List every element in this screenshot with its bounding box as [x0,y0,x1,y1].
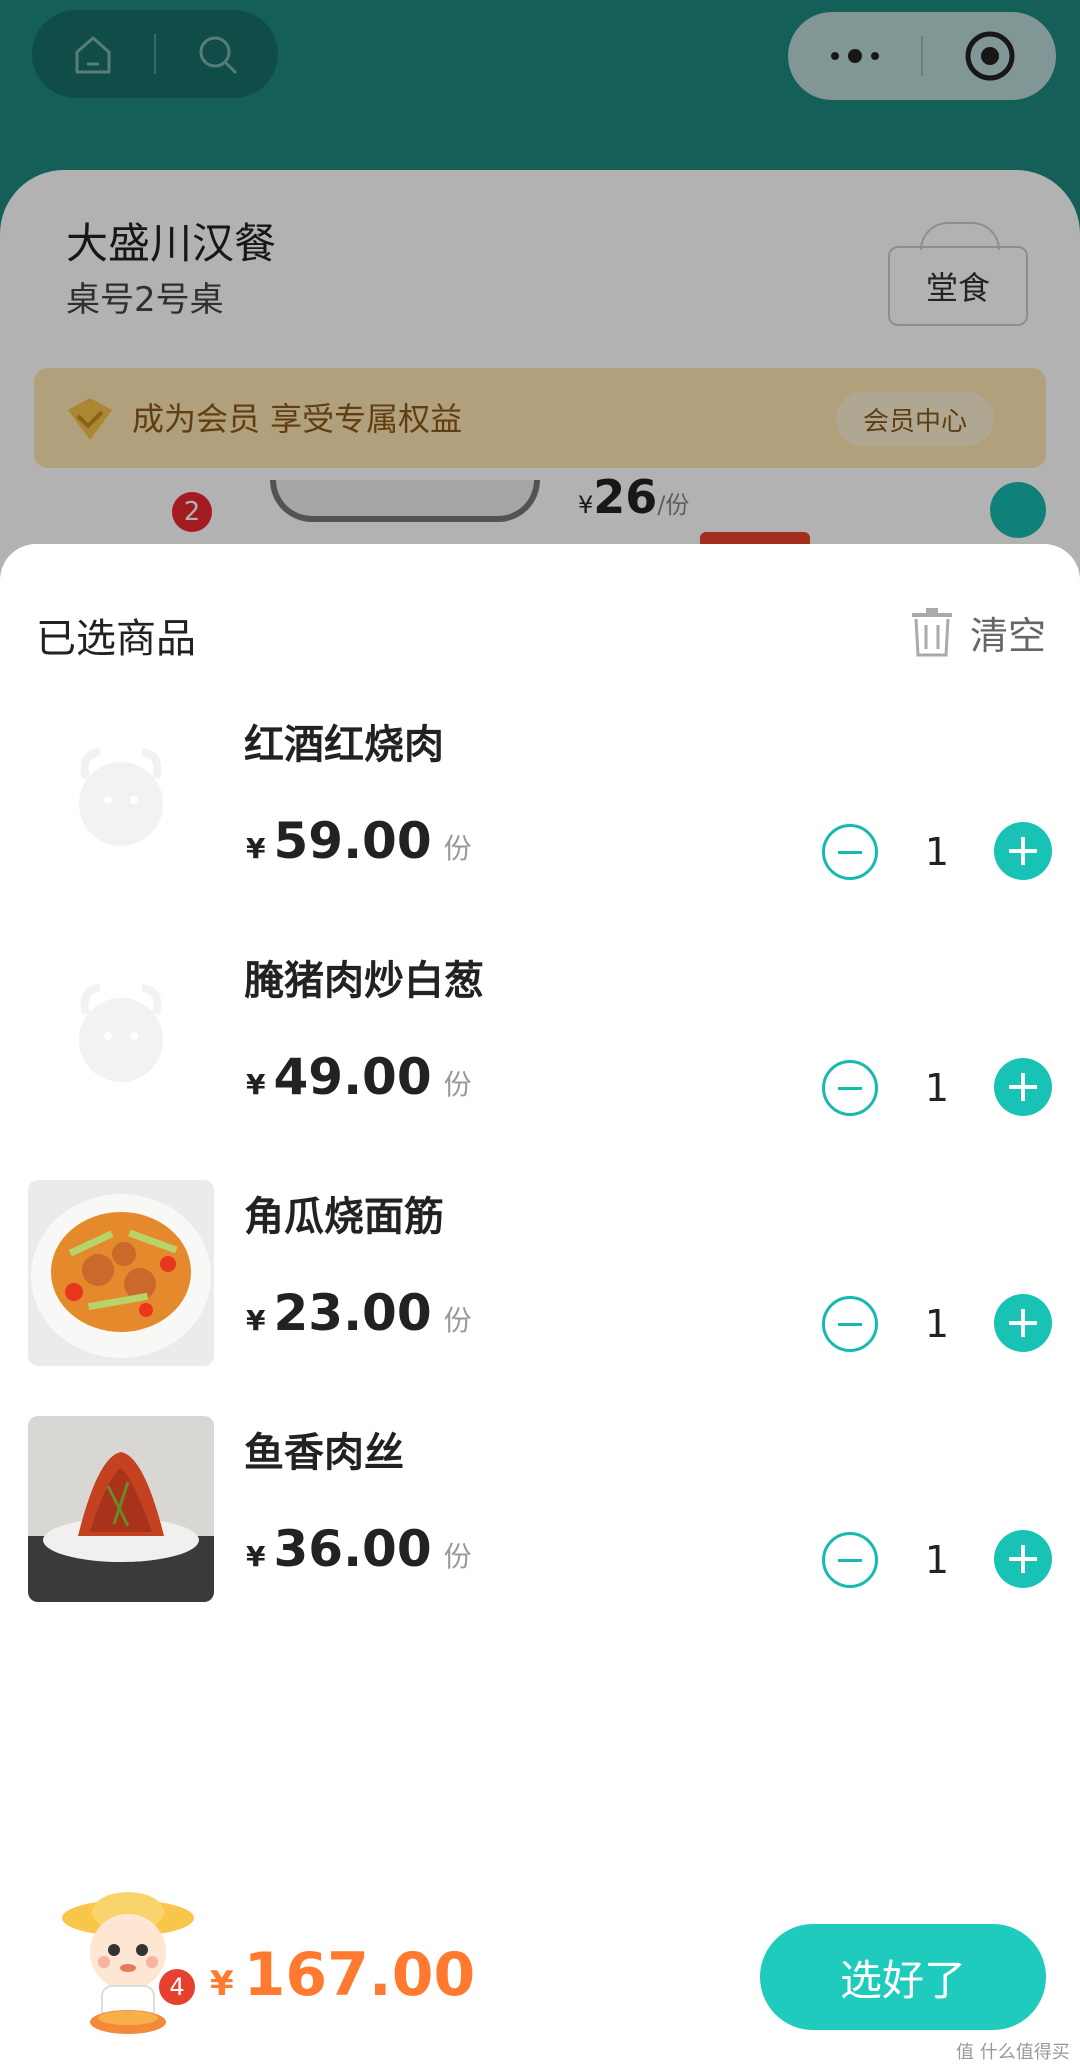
item-name: 角瓜烧面筋 [244,1194,444,1240]
increase-button[interactable] [994,1294,1052,1352]
increase-button[interactable] [994,1058,1052,1116]
clear-cart-button[interactable]: 清空 [910,604,1046,660]
price-unit: 份 [443,1068,472,1101]
price-value: 23.00 [273,1284,432,1342]
increase-button[interactable] [994,822,1052,880]
dish-price: ¥26/份 [578,470,689,524]
dish-image [270,480,540,522]
cart-sheet: 已选商品 清空 红酒红烧肉 ¥59.00 份 1 腌猪肉炒白葱 ¥49.00 份 1 [0,544,1080,2072]
add-dish-button[interactable] [990,482,1046,538]
quantity: 1 [924,1538,950,1582]
placeholder-image [28,944,214,1130]
placeholder-image [28,708,214,894]
search-icon [199,36,237,74]
more-dots-icon [830,49,879,63]
dine-mode-label: 堂食 [925,269,990,307]
more-button[interactable] [788,12,921,100]
price-unit: 份 [443,832,472,865]
trash-icon [912,608,952,657]
cart-item: 腌猪肉炒白葱 ¥49.00 份 1 [0,930,1080,1166]
currency-symbol: ¥ [246,1068,266,1101]
currency-symbol: ¥ [246,832,266,865]
watermark: 值 什么值得买 [956,2042,1070,2063]
price-unit: 份 [443,1304,472,1337]
currency-symbol: ¥ [210,1964,234,2004]
increase-button[interactable] [994,1530,1052,1588]
confirm-button[interactable]: 选好了 [760,1924,1046,2030]
item-price: ¥59.00 份 [246,812,472,870]
currency-symbol: ¥ [578,491,594,519]
header-bar [0,0,1080,170]
price-value: 26 [593,470,658,524]
quantity: 1 [924,830,950,874]
item-price: ¥49.00 份 [246,1048,472,1106]
quantity: 1 [924,1302,950,1346]
table-number: 桌号2号桌 [66,280,224,320]
price-value: 59.00 [273,812,432,870]
nav-capsule [32,10,278,98]
cart-count-badge: 4 [156,1966,198,2008]
clear-label: 清空 [970,613,1047,658]
decrease-button[interactable] [822,1296,878,1352]
store-name: 大盛川汉餐 [66,219,277,268]
cart-item: 红酒红烧肉 ¥59.00 份 1 [0,694,1080,930]
member-center-button[interactable]: 会员中心 [836,392,994,446]
dish-photo [28,1180,214,1366]
price-value: 36.00 [273,1520,432,1578]
cart-item: 角瓜烧面筋 ¥23.00 份 1 [0,1166,1080,1402]
item-price: ¥23.00 份 [246,1284,472,1342]
member-crown-icon [68,398,112,440]
currency-symbol: ¥ [246,1540,266,1573]
item-name: 红酒红烧肉 [244,722,444,768]
target-close-icon [965,31,1014,81]
dish-photo [28,1416,214,1602]
price-unit: /份 [657,491,690,519]
search-button[interactable] [156,10,278,98]
member-banner-text: 成为会员 享受专属权益 [132,400,463,438]
miniapp-capsule [788,12,1056,100]
item-name: 鱼香肉丝 [244,1430,404,1476]
cart-mascot-icon[interactable] [58,1888,198,2038]
dine-mode-button[interactable]: 堂食 [888,222,1028,326]
sign-hanger [920,222,1000,250]
decrease-button[interactable] [822,1532,878,1588]
price-value: 49.00 [273,1048,432,1106]
member-banner[interactable]: 成为会员 享受专属权益 会员中心 [34,368,1046,468]
total-amount: 167.00 [243,1940,476,2010]
decrease-button[interactable] [822,824,878,880]
price-unit: 份 [443,1540,472,1573]
item-price: ¥36.00 份 [246,1520,472,1578]
currency-symbol: ¥ [246,1304,266,1337]
decrease-button[interactable] [822,1060,878,1116]
cart-title: 已选商品 [36,616,196,662]
home-button[interactable] [32,10,154,98]
cart-total: ¥ 167.00 [210,1940,475,2010]
cart-item: 鱼香肉丝 ¥36.00 份 1 [0,1402,1080,1638]
quantity: 1 [924,1066,950,1110]
home-icon [75,36,111,74]
close-miniapp-button[interactable] [923,12,1056,100]
category-count-badge: 2 [172,492,212,532]
item-name: 腌猪肉炒白葱 [244,958,484,1004]
